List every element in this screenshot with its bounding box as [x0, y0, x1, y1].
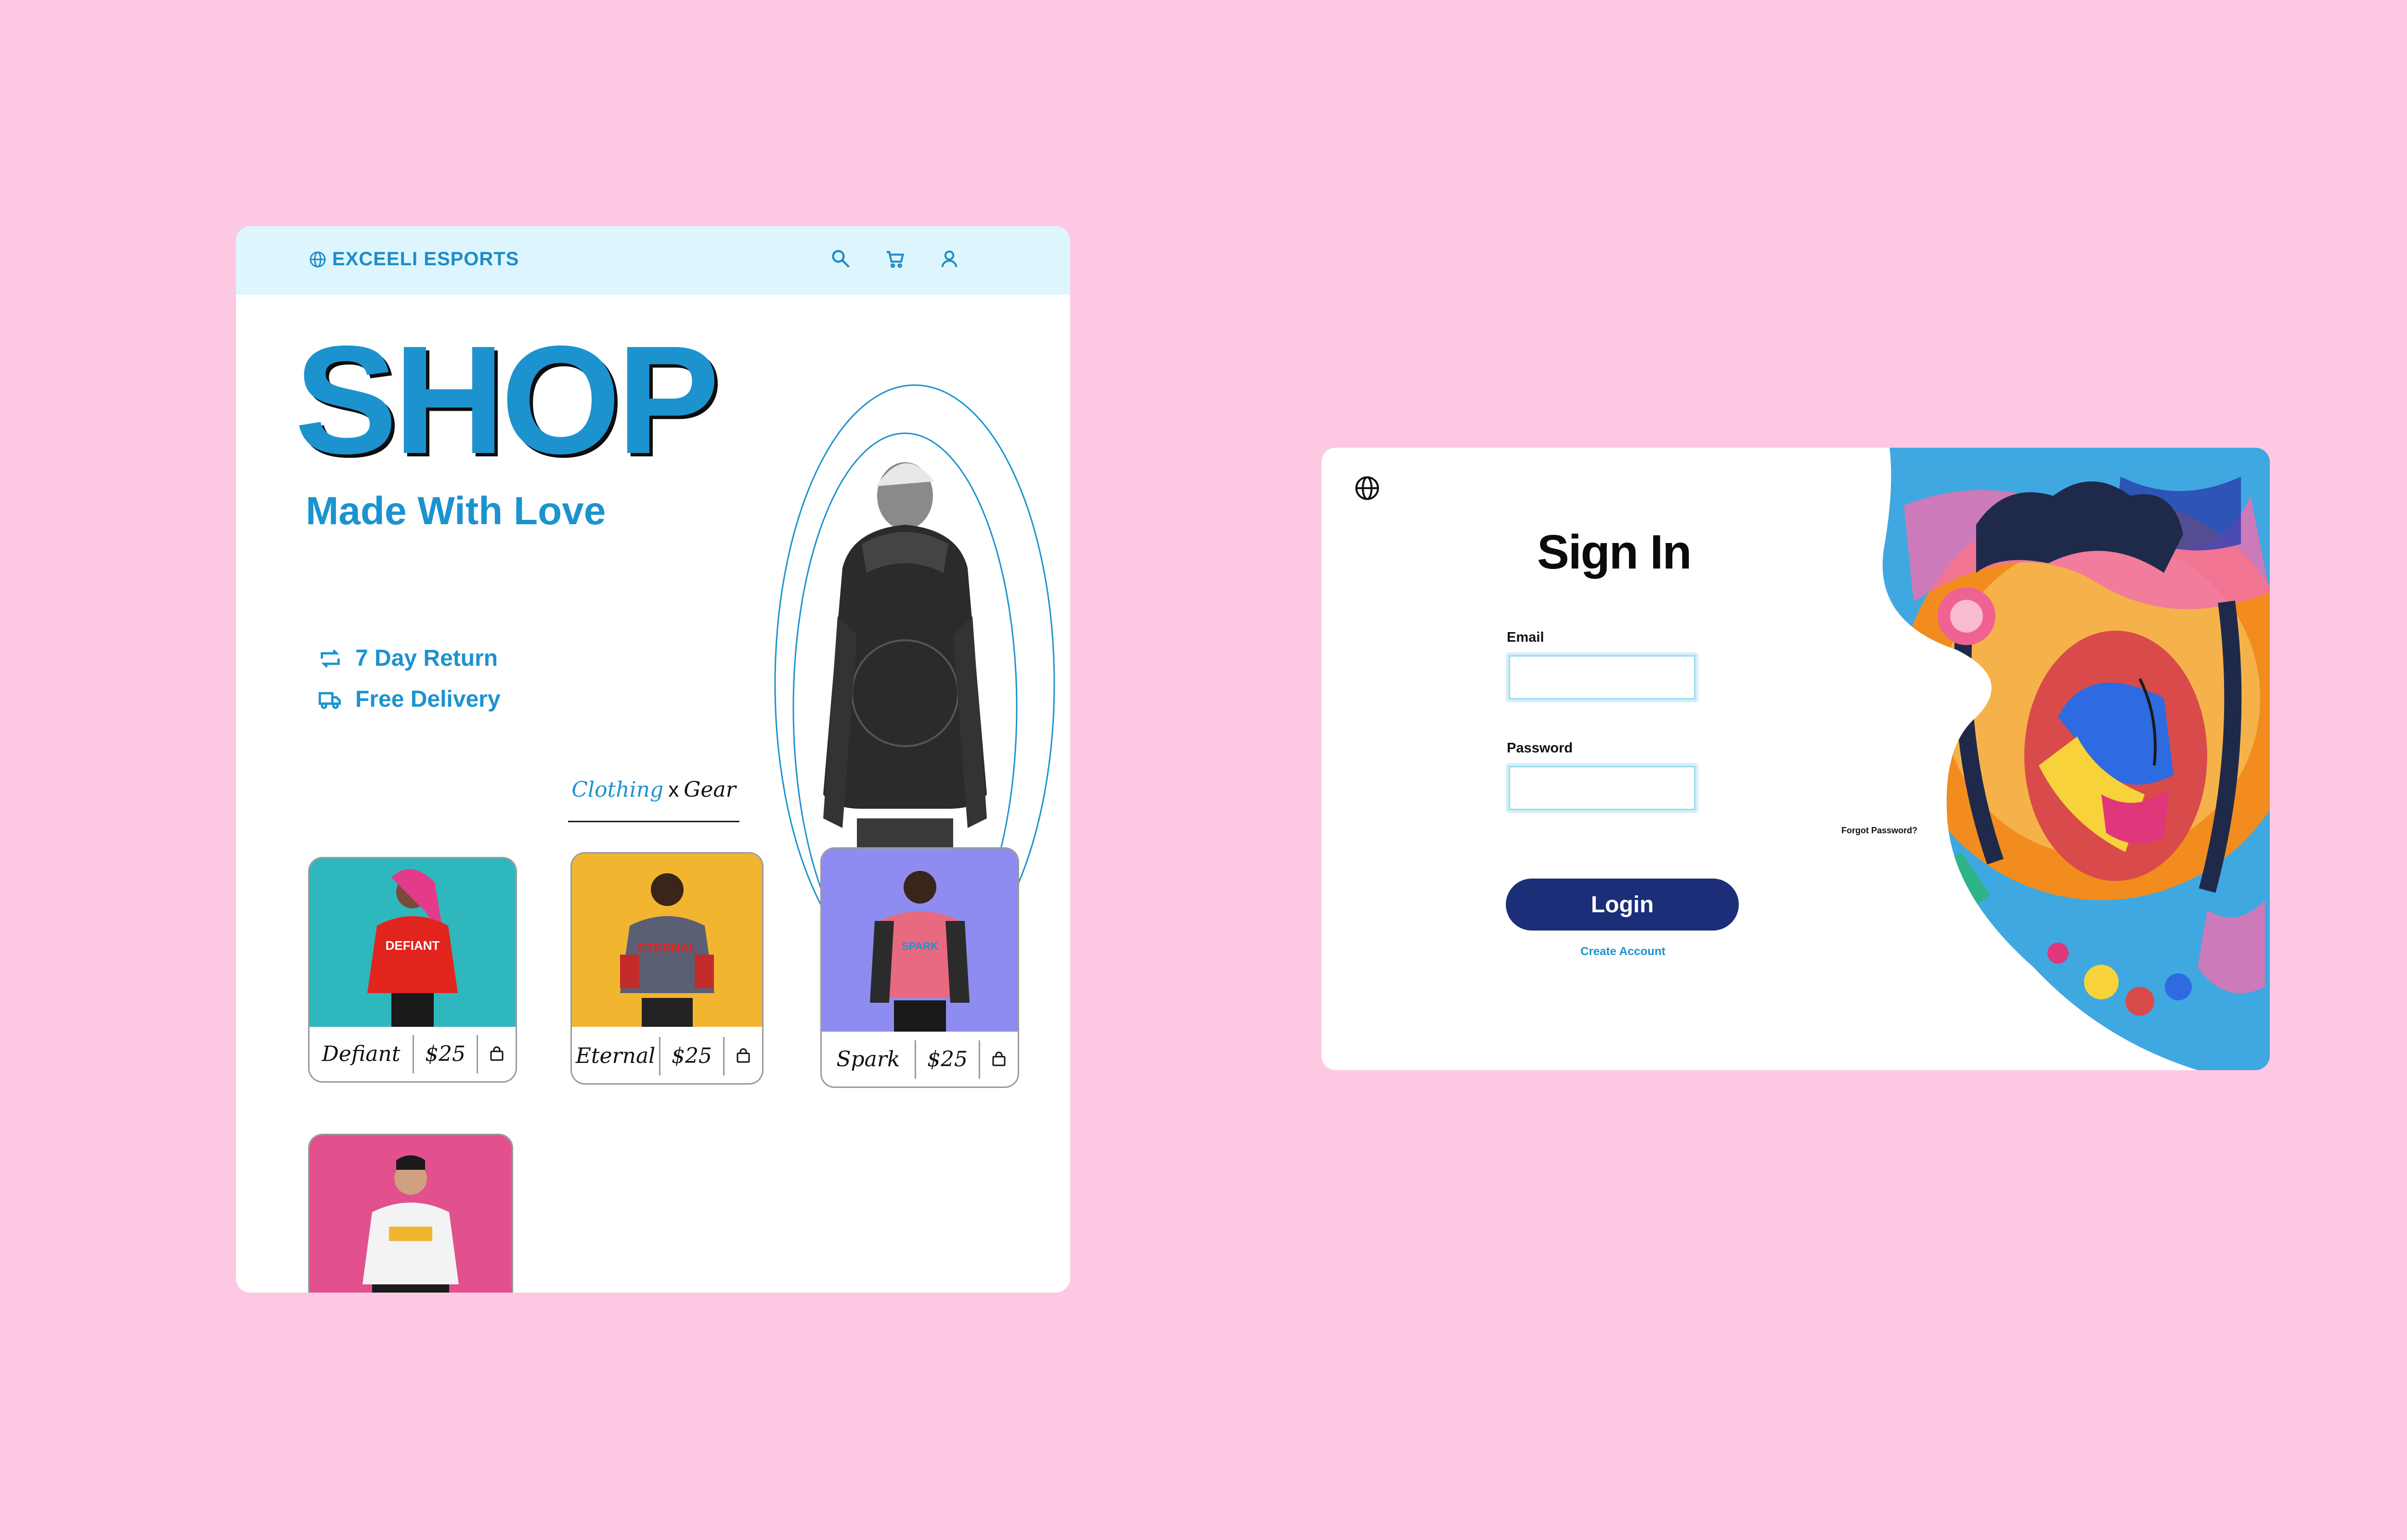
product-image: SPARK: [822, 849, 1018, 1032]
brand-name: EXCEELI ESPORTS: [332, 248, 519, 270]
search-icon[interactable]: [830, 248, 852, 270]
product-price: $25: [915, 1040, 980, 1079]
cart-icon[interactable]: [885, 248, 906, 270]
product-info-bar: Eternal $25: [572, 1029, 762, 1083]
product-image: ETERNAL: [572, 854, 762, 1027]
signin-title: Sign In: [1537, 525, 1692, 579]
tab-separator: x: [668, 778, 679, 802]
portrait-artwork: [1882, 448, 2270, 1070]
hero-title: SHOP: [295, 313, 720, 486]
globe-icon: [310, 251, 326, 267]
tab-gear[interactable]: Gear: [684, 777, 736, 802]
bag-button[interactable]: [980, 1051, 1018, 1068]
brand-logo[interactable]: EXCEELI ESPORTS: [309, 248, 519, 270]
svg-text:SPARK: SPARK: [902, 940, 938, 952]
product-card-fourth[interactable]: [308, 1134, 513, 1293]
truck-icon: [318, 692, 341, 709]
product-image: DEFIANT: [310, 858, 516, 1027]
tab-clothing[interactable]: Clothing: [571, 777, 663, 802]
perk-return: 7 Day Return: [318, 645, 498, 672]
perk-label: 7 Day Return: [355, 646, 498, 671]
product-image: [310, 1135, 512, 1293]
globe-icon[interactable]: [1354, 475, 1380, 501]
svg-text:DEFIANT: DEFIANT: [386, 938, 440, 953]
email-field[interactable]: [1506, 652, 1698, 702]
product-price: $25: [659, 1036, 725, 1075]
product-name: Eternal: [575, 1044, 656, 1068]
product-card-eternal[interactable]: ETERNAL Eternal $25: [570, 852, 764, 1085]
bag-icon: [490, 1046, 504, 1061]
bag-button[interactable]: [725, 1048, 762, 1065]
bag-icon: [992, 1051, 1006, 1066]
bag-icon: [737, 1048, 750, 1062]
product-card-defiant[interactable]: DEFIANT Defiant $25: [308, 857, 517, 1083]
return-icon: [321, 649, 340, 668]
shop-page: EXCEELI ESPORTS SHOP Made With Love 7 Da…: [236, 226, 1070, 1293]
product-card-spark[interactable]: SPARK Spark $25: [820, 847, 1019, 1088]
create-account-link[interactable]: Create Account: [1580, 945, 1665, 958]
product-price: $25: [413, 1035, 478, 1074]
svg-text:ETERNAL: ETERNAL: [638, 941, 697, 955]
category-tabs: Clothing x Gear: [568, 777, 739, 822]
perk-delivery: Free Delivery: [318, 686, 501, 712]
product-info-bar: Spark $25: [822, 1032, 1018, 1087]
login-button[interactable]: Login: [1506, 879, 1739, 931]
password-label: Password: [1507, 740, 1573, 756]
hero-subtitle: Made With Love: [306, 489, 606, 533]
perk-label: Free Delivery: [355, 686, 501, 712]
user-icon[interactable]: [939, 248, 960, 270]
product-name: Spark: [836, 1047, 900, 1072]
shop-header: EXCEELI ESPORTS: [236, 226, 1070, 295]
product-name: Defiant: [322, 1042, 401, 1066]
email-label: Email: [1507, 630, 1544, 645]
signin-page: Sign In Email Password Forgot Password? …: [1321, 448, 2270, 1070]
product-info-bar: Defiant $25: [310, 1027, 516, 1081]
password-field[interactable]: [1506, 763, 1698, 813]
bag-button[interactable]: [478, 1046, 516, 1063]
